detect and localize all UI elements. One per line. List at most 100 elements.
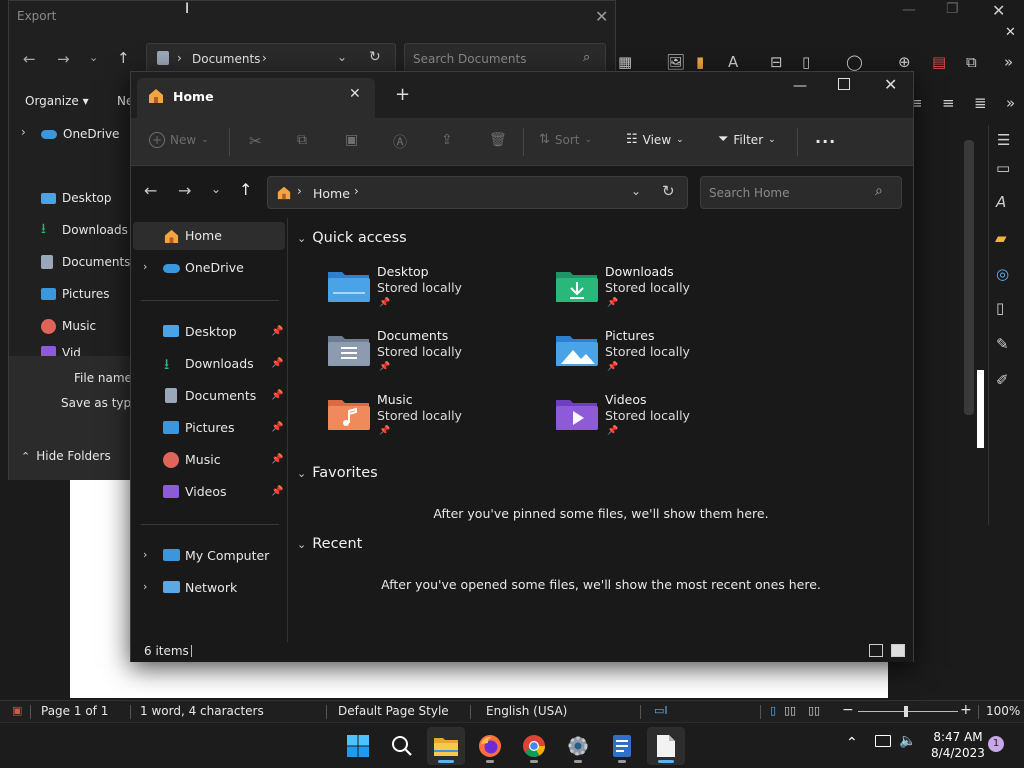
quick-access-desktop[interactable]: Desktop Stored locally 📌 (327, 264, 547, 320)
close-document-icon[interactable]: ✕ (1005, 25, 1016, 40)
sidebar-deck-handle[interactable] (977, 370, 984, 448)
view-button[interactable]: ☷ View ⌄ (626, 132, 684, 147)
textbox-icon[interactable]: A (728, 53, 738, 71)
share-icon[interactable]: ⇪ (441, 132, 453, 148)
cut-icon[interactable]: ✂ (249, 132, 262, 150)
book-view-icon[interactable]: ▯▯ (808, 704, 820, 717)
chevron-down-icon[interactable]: ⌄ (89, 51, 98, 64)
style-inspector-icon[interactable]: ✎ (996, 335, 1009, 353)
taskbar-settings[interactable] (559, 727, 597, 765)
filter-button[interactable]: ⏷ Filter ⌄ (718, 132, 776, 147)
copy-icon[interactable]: ⧉ (297, 132, 307, 148)
justify-icon[interactable]: ≣ (974, 94, 987, 112)
sidebar-item-desktop[interactable]: Desktop 📌 (133, 318, 285, 346)
zoom-out-icon[interactable]: − (842, 702, 854, 718)
quick-access-music[interactable]: Music Stored locally 📌 (327, 392, 547, 448)
more-icon[interactable]: » (1004, 53, 1013, 71)
maximize-icon[interactable] (838, 78, 850, 90)
breadcrumb[interactable]: Documents (192, 52, 260, 66)
sidebar-item-videos[interactable]: Videos 📌 (133, 478, 285, 506)
pin-icon[interactable]: 📌 (271, 326, 283, 337)
network-status-icon[interactable] (875, 735, 891, 747)
pin-icon[interactable]: 📌 (271, 422, 283, 433)
export-nav-downloads[interactable]: ⭳ Downloads (41, 220, 128, 240)
taskbar-chrome[interactable] (515, 727, 553, 765)
quick-access-pictures[interactable]: Pictures Stored locally 📌 (555, 328, 775, 384)
favorites-header[interactable]: ⌄ Favorites (297, 465, 378, 481)
image-icon[interactable]: 🖼 (666, 53, 685, 71)
recent-locations-icon[interactable]: ⌄ (211, 182, 221, 196)
sidebar-item-documents[interactable]: Documents 📌 (133, 382, 285, 410)
single-page-view-icon[interactable]: ▯ (770, 704, 776, 717)
navigator-icon[interactable]: ⧉ (966, 53, 977, 71)
navigator-icon[interactable]: ◎ (996, 265, 1009, 283)
export-nav-music[interactable]: Music (41, 316, 96, 336)
writer-scrollbar[interactable] (964, 140, 974, 415)
page-icon[interactable]: ▯ (996, 299, 1004, 317)
table-icon[interactable]: ▦ (618, 53, 632, 71)
field-icon[interactable]: ▯ (802, 53, 810, 71)
page-break-icon[interactable]: ⊟ (770, 53, 783, 71)
taskbar-search-button[interactable] (383, 727, 421, 765)
selection-mode-icon[interactable]: ▭I (654, 704, 668, 717)
back-icon[interactable]: ← (23, 50, 36, 68)
sidebar-item-downloads[interactable]: ⭳ Downloads 📌 (133, 350, 285, 378)
chart-icon[interactable]: ▮ (696, 53, 704, 71)
align-right-icon[interactable]: ≡ (942, 94, 955, 112)
forward-icon[interactable]: → (178, 181, 191, 200)
maximize-icon[interactable]: ❐ (946, 1, 959, 17)
export-nav-pictures[interactable]: Pictures (41, 284, 110, 304)
sidebar-item-music[interactable]: Music 📌 (133, 446, 285, 474)
export-nav-videos[interactable]: Vid (41, 346, 81, 356)
zoom-level[interactable]: 100% (986, 704, 1020, 718)
sidebar-item-network[interactable]: › Network (133, 574, 285, 602)
details-view-icon[interactable] (869, 644, 883, 657)
see-more-button[interactable]: ... (815, 128, 836, 147)
properties-icon[interactable]: ▭ (996, 159, 1010, 177)
pdf-icon[interactable]: ▤ (932, 53, 946, 71)
quick-access-header[interactable]: ⌄ Quick access (297, 230, 407, 246)
zoom-slider-thumb[interactable] (904, 706, 908, 717)
document-modified-icon[interactable]: ▣ (12, 704, 22, 717)
back-icon[interactable]: ← (144, 181, 157, 200)
chevron-down-icon[interactable]: ⌄ (631, 184, 641, 198)
chevron-right-icon[interactable]: › (143, 548, 147, 561)
pin-icon[interactable]: 📌 (271, 358, 283, 369)
rename-icon[interactable]: Ⓐ (393, 132, 407, 152)
hyperlink-icon[interactable]: ⊕ (898, 53, 911, 71)
export-nav-documents[interactable]: Documents (41, 252, 130, 272)
taskbar-writer-doc[interactable] (603, 727, 641, 765)
sort-button[interactable]: ⇅ Sort ⌄ (539, 132, 592, 147)
sidebar-item-home[interactable]: Home (133, 222, 285, 250)
taskbar-file-explorer[interactable] (427, 727, 465, 765)
new-button[interactable]: + New ⌄ (149, 132, 209, 148)
page-style[interactable]: Default Page Style (338, 704, 449, 718)
styles-icon[interactable]: A (996, 193, 1006, 211)
manage-changes-icon[interactable]: ✐ (996, 371, 1009, 389)
recent-header[interactable]: ⌄ Recent (297, 536, 362, 552)
chevron-down-icon[interactable]: ⌄ (337, 50, 347, 64)
tiles-view-icon[interactable] (891, 644, 905, 657)
close-icon[interactable]: ✕ (595, 7, 608, 26)
minimize-icon[interactable]: — (793, 78, 807, 94)
export-nav-onedrive[interactable]: OneDrive (41, 124, 119, 144)
notification-badge[interactable]: 1 (988, 736, 1004, 752)
search-box[interactable]: Search Home ⌕ (700, 176, 902, 209)
word-count[interactable]: 1 word, 4 characters (140, 704, 264, 718)
more-icon[interactable]: » (1006, 94, 1015, 112)
refresh-icon[interactable]: ↻ (662, 182, 675, 200)
tab-home[interactable]: Home ✕ (137, 78, 375, 118)
delete-icon[interactable]: 🗑 (489, 132, 507, 148)
close-tab-icon[interactable]: ✕ (349, 86, 361, 102)
gallery-icon[interactable]: ▰ (995, 229, 1007, 247)
address-bar[interactable]: › Home › ⌄ ↻ (267, 176, 688, 209)
minimize-icon[interactable]: — (902, 2, 916, 18)
paste-icon[interactable]: ▣ (345, 132, 358, 148)
refresh-icon[interactable]: ↻ (369, 49, 381, 65)
shape-icon[interactable]: ◯ (846, 53, 863, 71)
chevron-right-icon[interactable]: › (21, 125, 26, 139)
quick-access-downloads[interactable]: Downloads Stored locally 📌 (555, 264, 775, 320)
language[interactable]: English (USA) (486, 704, 567, 718)
organize-button[interactable]: Organize ▾ (25, 94, 89, 108)
show-hidden-icons-icon[interactable]: ⌃ (846, 735, 858, 751)
